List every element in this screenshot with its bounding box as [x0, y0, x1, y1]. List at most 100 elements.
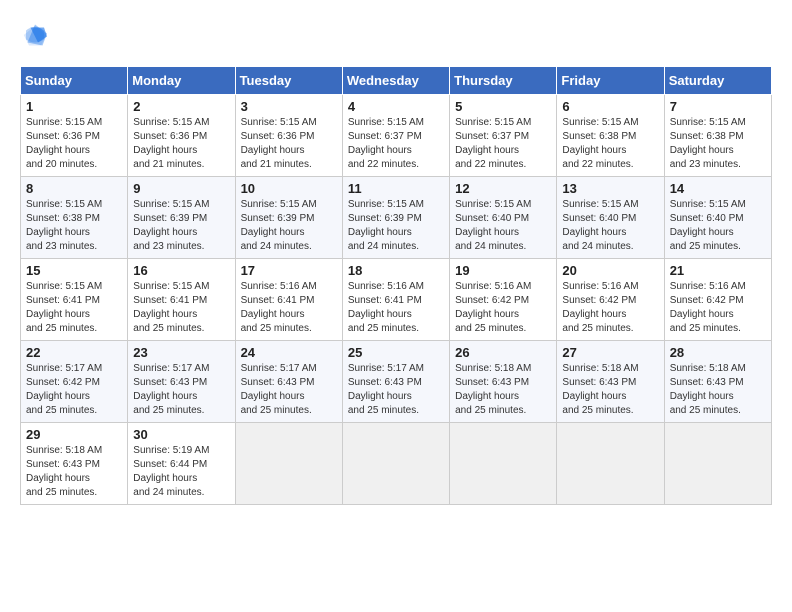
- day-info: Sunrise: 5:17 AMSunset: 6:43 PMDaylight …: [241, 363, 317, 416]
- day-number: 12: [455, 181, 551, 196]
- calendar-cell: 18 Sunrise: 5:16 AMSunset: 6:41 PMDaylig…: [342, 259, 449, 341]
- day-number: 27: [562, 345, 658, 360]
- calendar-body: 1 Sunrise: 5:15 AMSunset: 6:36 PMDayligh…: [21, 95, 772, 505]
- day-number: 22: [26, 345, 122, 360]
- day-info: Sunrise: 5:15 AMSunset: 6:37 PMDaylight …: [455, 117, 531, 170]
- day-info: Sunrise: 5:16 AMSunset: 6:41 PMDaylight …: [348, 281, 424, 334]
- calendar-cell: 1 Sunrise: 5:15 AMSunset: 6:36 PMDayligh…: [21, 95, 128, 177]
- day-info: Sunrise: 5:16 AMSunset: 6:42 PMDaylight …: [670, 281, 746, 334]
- calendar-cell: 26 Sunrise: 5:18 AMSunset: 6:43 PMDaylig…: [450, 341, 557, 423]
- day-number: 17: [241, 263, 337, 278]
- header: [20, 20, 772, 50]
- day-info: Sunrise: 5:15 AMSunset: 6:36 PMDaylight …: [241, 117, 317, 170]
- day-info: Sunrise: 5:15 AMSunset: 6:39 PMDaylight …: [241, 199, 317, 252]
- day-number: 21: [670, 263, 766, 278]
- day-info: Sunrise: 5:15 AMSunset: 6:40 PMDaylight …: [670, 199, 746, 252]
- calendar-cell: 4 Sunrise: 5:15 AMSunset: 6:37 PMDayligh…: [342, 95, 449, 177]
- calendar-cell: 14 Sunrise: 5:15 AMSunset: 6:40 PMDaylig…: [664, 177, 771, 259]
- day-number: 14: [670, 181, 766, 196]
- calendar-cell: 22 Sunrise: 5:17 AMSunset: 6:42 PMDaylig…: [21, 341, 128, 423]
- day-number: 28: [670, 345, 766, 360]
- calendar-cell: 6 Sunrise: 5:15 AMSunset: 6:38 PMDayligh…: [557, 95, 664, 177]
- day-info: Sunrise: 5:15 AMSunset: 6:36 PMDaylight …: [26, 117, 102, 170]
- weekday-header-row: SundayMondayTuesdayWednesdayThursdayFrid…: [21, 67, 772, 95]
- calendar-cell: 13 Sunrise: 5:15 AMSunset: 6:40 PMDaylig…: [557, 177, 664, 259]
- calendar-week-row: 8 Sunrise: 5:15 AMSunset: 6:38 PMDayligh…: [21, 177, 772, 259]
- day-info: Sunrise: 5:17 AMSunset: 6:42 PMDaylight …: [26, 363, 102, 416]
- calendar-cell: [450, 423, 557, 505]
- day-info: Sunrise: 5:15 AMSunset: 6:38 PMDaylight …: [562, 117, 638, 170]
- day-info: Sunrise: 5:16 AMSunset: 6:42 PMDaylight …: [455, 281, 531, 334]
- day-number: 29: [26, 427, 122, 442]
- calendar-cell: 5 Sunrise: 5:15 AMSunset: 6:37 PMDayligh…: [450, 95, 557, 177]
- weekday-header-sunday: Sunday: [21, 67, 128, 95]
- calendar-cell: 7 Sunrise: 5:15 AMSunset: 6:38 PMDayligh…: [664, 95, 771, 177]
- day-info: Sunrise: 5:15 AMSunset: 6:39 PMDaylight …: [133, 199, 209, 252]
- day-number: 5: [455, 99, 551, 114]
- calendar-cell: 23 Sunrise: 5:17 AMSunset: 6:43 PMDaylig…: [128, 341, 235, 423]
- weekday-header-friday: Friday: [557, 67, 664, 95]
- weekday-header-tuesday: Tuesday: [235, 67, 342, 95]
- day-info: Sunrise: 5:18 AMSunset: 6:43 PMDaylight …: [562, 363, 638, 416]
- day-number: 30: [133, 427, 229, 442]
- day-number: 9: [133, 181, 229, 196]
- calendar-cell: 9 Sunrise: 5:15 AMSunset: 6:39 PMDayligh…: [128, 177, 235, 259]
- day-info: Sunrise: 5:16 AMSunset: 6:41 PMDaylight …: [241, 281, 317, 334]
- day-info: Sunrise: 5:15 AMSunset: 6:37 PMDaylight …: [348, 117, 424, 170]
- calendar-cell: 29 Sunrise: 5:18 AMSunset: 6:43 PMDaylig…: [21, 423, 128, 505]
- calendar-cell: 30 Sunrise: 5:19 AMSunset: 6:44 PMDaylig…: [128, 423, 235, 505]
- day-info: Sunrise: 5:17 AMSunset: 6:43 PMDaylight …: [348, 363, 424, 416]
- calendar-cell: 3 Sunrise: 5:15 AMSunset: 6:36 PMDayligh…: [235, 95, 342, 177]
- day-number: 19: [455, 263, 551, 278]
- calendar-week-row: 22 Sunrise: 5:17 AMSunset: 6:42 PMDaylig…: [21, 341, 772, 423]
- day-number: 3: [241, 99, 337, 114]
- calendar-cell: 24 Sunrise: 5:17 AMSunset: 6:43 PMDaylig…: [235, 341, 342, 423]
- weekday-header-monday: Monday: [128, 67, 235, 95]
- day-info: Sunrise: 5:15 AMSunset: 6:41 PMDaylight …: [133, 281, 209, 334]
- weekday-header-wednesday: Wednesday: [342, 67, 449, 95]
- weekday-header-thursday: Thursday: [450, 67, 557, 95]
- day-info: Sunrise: 5:18 AMSunset: 6:43 PMDaylight …: [670, 363, 746, 416]
- day-info: Sunrise: 5:15 AMSunset: 6:40 PMDaylight …: [455, 199, 531, 252]
- logo-icon: [20, 20, 50, 50]
- day-info: Sunrise: 5:19 AMSunset: 6:44 PMDaylight …: [133, 445, 209, 498]
- day-info: Sunrise: 5:15 AMSunset: 6:40 PMDaylight …: [562, 199, 638, 252]
- calendar-header: SundayMondayTuesdayWednesdayThursdayFrid…: [21, 67, 772, 95]
- calendar-table: SundayMondayTuesdayWednesdayThursdayFrid…: [20, 66, 772, 505]
- day-number: 8: [26, 181, 122, 196]
- day-number: 26: [455, 345, 551, 360]
- calendar-cell: 15 Sunrise: 5:15 AMSunset: 6:41 PMDaylig…: [21, 259, 128, 341]
- calendar-cell: 28 Sunrise: 5:18 AMSunset: 6:43 PMDaylig…: [664, 341, 771, 423]
- day-info: Sunrise: 5:15 AMSunset: 6:39 PMDaylight …: [348, 199, 424, 252]
- day-number: 13: [562, 181, 658, 196]
- calendar-cell: 16 Sunrise: 5:15 AMSunset: 6:41 PMDaylig…: [128, 259, 235, 341]
- calendar-cell: 17 Sunrise: 5:16 AMSunset: 6:41 PMDaylig…: [235, 259, 342, 341]
- calendar-cell: 20 Sunrise: 5:16 AMSunset: 6:42 PMDaylig…: [557, 259, 664, 341]
- calendar-cell: [235, 423, 342, 505]
- day-info: Sunrise: 5:15 AMSunset: 6:38 PMDaylight …: [670, 117, 746, 170]
- day-info: Sunrise: 5:18 AMSunset: 6:43 PMDaylight …: [26, 445, 102, 498]
- calendar-cell: [664, 423, 771, 505]
- calendar-cell: 12 Sunrise: 5:15 AMSunset: 6:40 PMDaylig…: [450, 177, 557, 259]
- day-number: 23: [133, 345, 229, 360]
- calendar-cell: 19 Sunrise: 5:16 AMSunset: 6:42 PMDaylig…: [450, 259, 557, 341]
- calendar-cell: 11 Sunrise: 5:15 AMSunset: 6:39 PMDaylig…: [342, 177, 449, 259]
- weekday-header-saturday: Saturday: [664, 67, 771, 95]
- day-number: 18: [348, 263, 444, 278]
- day-info: Sunrise: 5:18 AMSunset: 6:43 PMDaylight …: [455, 363, 531, 416]
- day-number: 6: [562, 99, 658, 114]
- day-number: 7: [670, 99, 766, 114]
- day-info: Sunrise: 5:15 AMSunset: 6:41 PMDaylight …: [26, 281, 102, 334]
- day-number: 20: [562, 263, 658, 278]
- calendar-cell: 8 Sunrise: 5:15 AMSunset: 6:38 PMDayligh…: [21, 177, 128, 259]
- day-number: 11: [348, 181, 444, 196]
- day-number: 24: [241, 345, 337, 360]
- calendar-cell: 27 Sunrise: 5:18 AMSunset: 6:43 PMDaylig…: [557, 341, 664, 423]
- calendar-cell: [557, 423, 664, 505]
- calendar-week-row: 15 Sunrise: 5:15 AMSunset: 6:41 PMDaylig…: [21, 259, 772, 341]
- day-number: 25: [348, 345, 444, 360]
- calendar-cell: 10 Sunrise: 5:15 AMSunset: 6:39 PMDaylig…: [235, 177, 342, 259]
- calendar-cell: 25 Sunrise: 5:17 AMSunset: 6:43 PMDaylig…: [342, 341, 449, 423]
- calendar-week-row: 1 Sunrise: 5:15 AMSunset: 6:36 PMDayligh…: [21, 95, 772, 177]
- calendar-week-row: 29 Sunrise: 5:18 AMSunset: 6:43 PMDaylig…: [21, 423, 772, 505]
